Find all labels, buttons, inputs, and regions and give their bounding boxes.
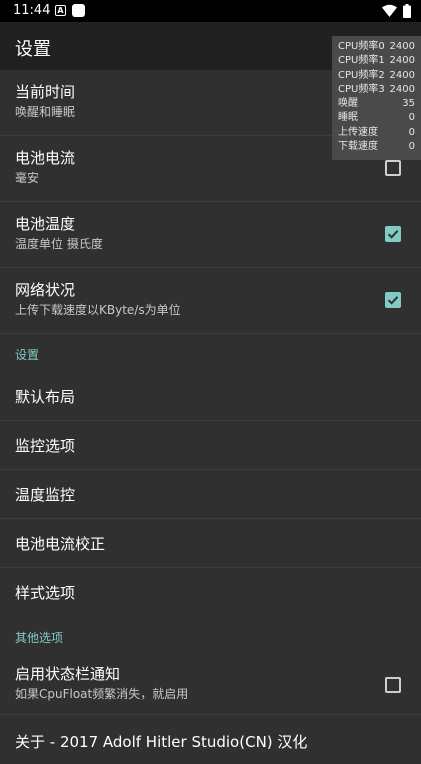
section-header-other: 其他选项	[0, 617, 421, 655]
status-time: 11:44	[13, 3, 51, 18]
pref-title: 网络状况	[15, 281, 76, 299]
overlay-label: 睡眠	[338, 112, 358, 124]
overlay-row: 上传速度 0	[338, 126, 415, 140]
overlay-value: 0	[408, 126, 415, 138]
pref-title: 电池电流	[15, 149, 76, 167]
notification-a-icon: A	[55, 5, 66, 16]
overlay-label: CPU频率0	[338, 41, 385, 52]
page-title: 设置	[15, 39, 51, 60]
battery-icon	[403, 4, 411, 18]
pref-monitor-options[interactable]: 监控选项	[0, 421, 421, 470]
section-header-settings: 设置	[0, 334, 421, 372]
pref-default-layout[interactable]: 默认布局	[0, 372, 421, 421]
overlay-row: CPU频率3 2400	[338, 83, 415, 97]
overlay-label: CPU频率2	[338, 69, 385, 81]
pref-about[interactable]: 关于 - 2017 Adolf Hitler Studio(CN) 汉化	[0, 715, 421, 764]
pref-subtitle: 温度单位 摄氏度	[15, 237, 103, 251]
section-header-label: 其他选项	[15, 631, 64, 645]
status-icons	[382, 4, 411, 18]
pref-title: 电池温度	[15, 215, 76, 233]
pref-subtitle: 如果CpuFloat频繁消失，就启用	[15, 687, 189, 701]
pref-subtitle: 毫安	[15, 171, 40, 185]
cpu-float-overlay[interactable]: CPU频率0 2400 CPU频率1 2400 CPU频率2 2400 CPU频率3 2…	[332, 36, 421, 160]
notification-square-icon	[72, 4, 85, 17]
pref-temperature-monitor[interactable]: 温度监控	[0, 470, 421, 519]
overlay-row: CPU频率0 2400	[338, 40, 415, 54]
pref-network-status[interactable]: 网络状况 上传下载速度以KByte/s为单位	[0, 268, 421, 334]
wifi-icon	[382, 4, 397, 17]
battery-current-checkbox[interactable]	[385, 160, 401, 176]
pref-subtitle: 上传下载速度以KByte/s为单位	[15, 303, 181, 317]
overlay-label: CPU频率3	[338, 83, 385, 95]
overlay-value: 0	[408, 141, 415, 153]
overlay-value: 2400	[389, 69, 415, 81]
overlay-value: 2400	[389, 41, 415, 52]
pref-battery-temperature[interactable]: 电池温度 温度单位 摄氏度	[0, 202, 421, 268]
settings-list: 当前时间 唤醒和睡眠 电池电流 毫安 电池温度 温度单位 摄氏度 网络状况 上传…	[0, 70, 421, 764]
overlay-row: 下载速度 0	[338, 140, 415, 154]
pref-title: 电池电流校正	[15, 535, 106, 553]
overlay-label: 唤醒	[338, 98, 358, 110]
check-icon	[387, 230, 399, 239]
overlay-row: 唤醒 35	[338, 97, 415, 111]
pref-status-bar-notification[interactable]: 启用状态栏通知 如果CpuFloat频繁消失，就启用	[0, 655, 421, 715]
pref-subtitle: 唤醒和睡眠	[15, 105, 76, 119]
overlay-value: 2400	[389, 83, 415, 95]
network-status-checkbox[interactable]	[385, 292, 401, 308]
pref-title: 当前时间	[15, 83, 76, 101]
pref-style-options[interactable]: 样式选项	[0, 568, 421, 617]
overlay-row: CPU频率2 2400	[338, 69, 415, 83]
pref-title: 样式选项	[15, 584, 76, 602]
pref-title: 温度监控	[15, 486, 76, 504]
check-icon	[387, 296, 399, 305]
overlay-row: 睡眠 0	[338, 111, 415, 125]
overlay-value: 2400	[389, 55, 415, 67]
status-bar-notification-checkbox[interactable]	[385, 677, 401, 693]
overlay-row: CPU频率1 2400	[338, 54, 415, 68]
pref-title: 默认布局	[15, 388, 76, 406]
section-header-label: 设置	[15, 348, 40, 362]
overlay-value: 35	[402, 98, 415, 110]
overlay-label: 下载速度	[338, 141, 378, 153]
overlay-value: 0	[408, 112, 415, 124]
pref-battery-current-calibration[interactable]: 电池电流校正	[0, 519, 421, 568]
pref-title: 监控选项	[15, 437, 76, 455]
overlay-label: CPU频率1	[338, 55, 385, 67]
status-bar: 11:44 A	[0, 0, 421, 22]
pref-title: 启用状态栏通知	[15, 665, 121, 683]
pref-title: 关于 - 2017 Adolf Hitler Studio(CN) 汉化	[15, 733, 308, 751]
overlay-label: 上传速度	[338, 126, 378, 138]
battery-temperature-checkbox[interactable]	[385, 226, 401, 242]
